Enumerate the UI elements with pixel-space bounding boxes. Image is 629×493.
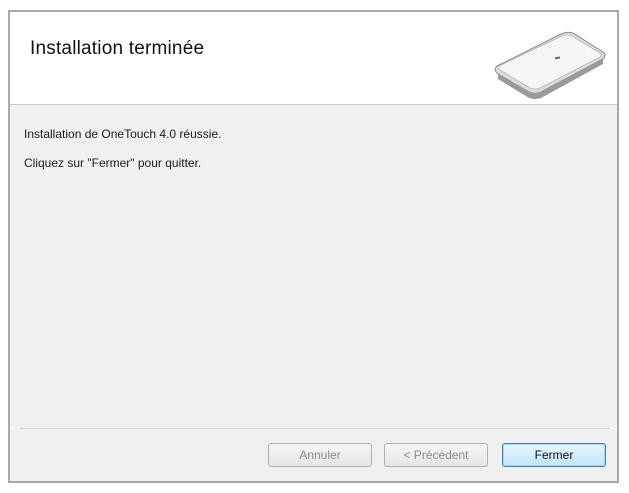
previous-button[interactable]: < Précédent [384, 443, 488, 467]
dialog-header: Installation terminée [10, 12, 617, 104]
success-message: Installation de OneTouch 4.0 réussie. [24, 127, 222, 141]
dialog-content: Installation de OneTouch 4.0 réussie. Cl… [10, 105, 617, 428]
scanner-icon [494, 31, 606, 99]
page-title: Installation terminée [30, 38, 205, 59]
cancel-button[interactable]: Annuler [268, 443, 372, 467]
installer-dialog: Installation terminée Installation de On… [8, 10, 619, 483]
dialog-footer: Annuler < Précédent Fermer [10, 429, 617, 481]
instruction-message: Cliquez sur "Fermer" pour quitter. [24, 156, 202, 170]
close-button[interactable]: Fermer [502, 443, 606, 467]
